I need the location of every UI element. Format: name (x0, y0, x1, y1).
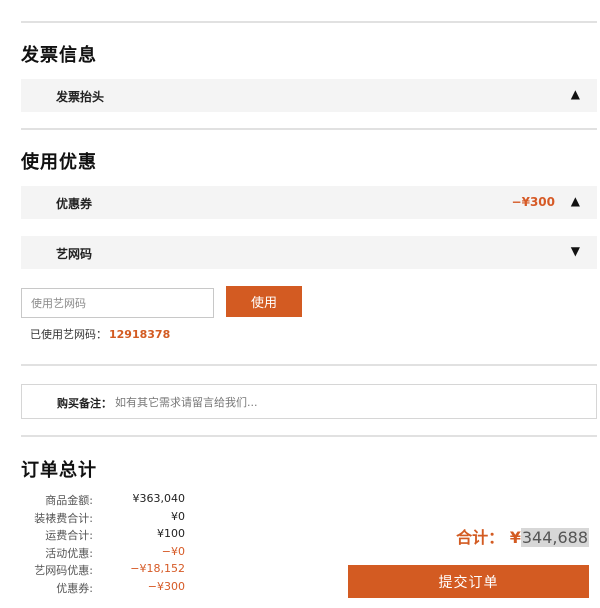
use-code-button[interactable]: 使用 (226, 286, 302, 317)
invoice-header-label: 发票抬头 (56, 90, 105, 104)
coupon-value: −¥300 (511, 195, 555, 209)
total-label: 合计： (456, 528, 505, 547)
summary-label: 装裱费合计: (34, 511, 93, 525)
summary-row-framing: 装裱费合计: ¥0 (21, 510, 191, 528)
total-amount: ¥344,688 (510, 528, 589, 547)
order-summary-list: 商品金额: ¥363,040 装裱费合计: ¥0 运费合计: ¥100 活动优惠… (21, 492, 191, 597)
invoice-section-title: 发票信息 (21, 45, 97, 66)
summary-value: −¥0 (161, 544, 185, 558)
art-code-row[interactable]: 艺网码 ▼ (21, 236, 597, 269)
total-currency: ¥ (509, 528, 521, 547)
summary-value: ¥100 (157, 527, 185, 540)
used-code-value: 12918378 (109, 328, 171, 341)
summary-row-goods: 商品金额: ¥363,040 (21, 492, 191, 510)
summary-value: ¥0 (171, 509, 185, 523)
summary-row-art-code: 艺网码优惠: −¥18,152 (21, 562, 191, 580)
submit-order-button[interactable]: 提交订单 (348, 565, 589, 598)
collapse-arrow-icon[interactable]: ▲ (571, 194, 580, 208)
coupon-label: 优惠券 (56, 197, 93, 211)
invoice-header-row[interactable]: 发票抬头 ▲ (21, 79, 597, 112)
discount-section-title: 使用优惠 (21, 152, 97, 173)
summary-value: ¥363,040 (132, 492, 186, 505)
used-code-line: 已使用艺网码： 12918378 (30, 326, 170, 342)
used-code-label: 已使用艺网码： (30, 328, 107, 341)
expand-arrow-icon[interactable]: ▼ (571, 244, 580, 258)
art-code-label: 艺网码 (56, 247, 93, 261)
summary-label: 艺网码优惠: (34, 564, 93, 577)
coupon-row[interactable]: 优惠券 −¥300 ▲ (21, 186, 597, 219)
summary-row-coupon: 优惠券: −¥300 (21, 580, 191, 598)
order-total-title: 订单总计 (21, 460, 97, 481)
summary-label: 活动优惠: (45, 546, 93, 560)
collapse-arrow-icon[interactable]: ▲ (571, 87, 580, 101)
art-code-input[interactable] (21, 288, 214, 318)
remark-label: 购买备注： (57, 397, 112, 410)
summary-row-shipping: 运费合计: ¥100 (21, 527, 191, 545)
total-value: 344,688 (520, 528, 589, 547)
remark-divider (21, 364, 597, 366)
remark-box: 购买备注： (21, 384, 597, 419)
order-divider (21, 435, 597, 437)
summary-label: 运费合计: (45, 529, 93, 542)
top-divider (21, 21, 597, 23)
summary-row-promotion: 活动优惠: −¥0 (21, 545, 191, 563)
summary-value: −¥300 (147, 579, 185, 593)
summary-label: 优惠券: (56, 581, 93, 595)
discount-divider (21, 128, 597, 130)
remark-input[interactable] (115, 390, 585, 414)
grand-total: 合计： ¥344,688 (456, 524, 589, 548)
summary-value: −¥18,152 (130, 562, 185, 575)
summary-label: 商品金额: (45, 494, 93, 507)
